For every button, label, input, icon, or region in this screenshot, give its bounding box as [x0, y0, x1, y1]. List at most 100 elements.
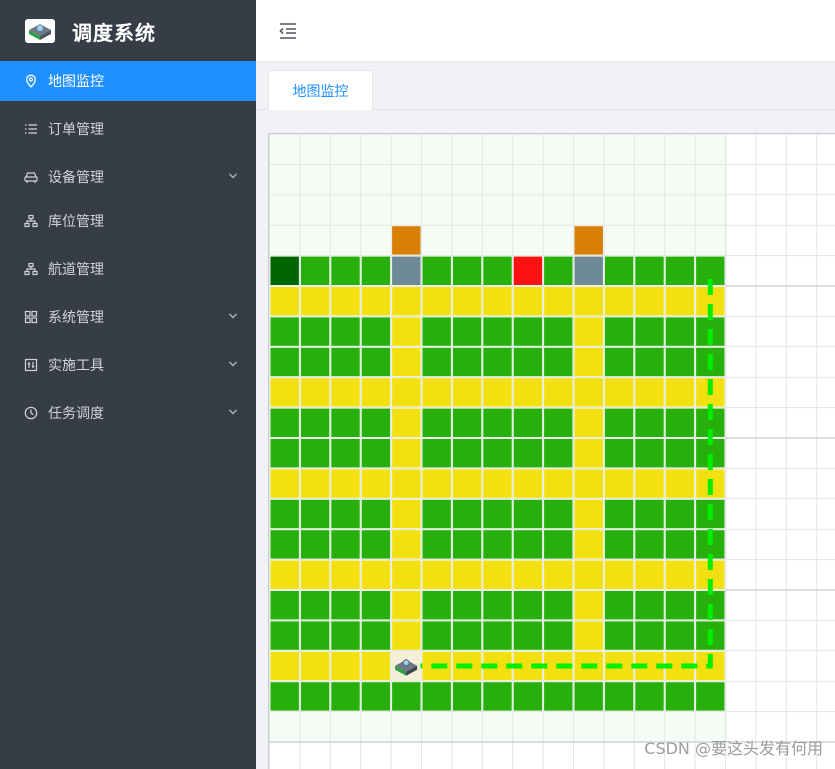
cell-green[interactable]: [422, 408, 451, 437]
sidebar-item-system-management[interactable]: 系统管理: [0, 297, 256, 337]
cell-yellow[interactable]: [270, 651, 299, 681]
cell-yellow[interactable]: [574, 530, 603, 559]
cell-yellow[interactable]: [392, 408, 421, 437]
cell-green[interactable]: [604, 347, 634, 377]
cell-green[interactable]: [452, 621, 482, 650]
cell-green[interactable]: [483, 439, 512, 468]
cell-green[interactable]: [483, 591, 512, 620]
cell-yellow[interactable]: [300, 560, 330, 589]
cell-yellow[interactable]: [665, 378, 695, 407]
cell-green[interactable]: [361, 439, 391, 468]
cell-yellow[interactable]: [331, 287, 360, 316]
cell-green[interactable]: [604, 408, 634, 437]
cell-green[interactable]: [361, 530, 391, 559]
cell-green[interactable]: [635, 682, 664, 711]
cell-green[interactable]: [300, 408, 330, 437]
cell-green[interactable]: [483, 347, 512, 377]
cell-yellow[interactable]: [604, 287, 634, 316]
cell-yellow[interactable]: [574, 439, 603, 468]
cell-yellow[interactable]: [300, 469, 330, 498]
cell-green[interactable]: [574, 682, 603, 711]
cell-yellow[interactable]: [544, 560, 573, 589]
cell-green[interactable]: [300, 439, 330, 468]
cell-green[interactable]: [665, 256, 695, 285]
cell-green[interactable]: [513, 682, 543, 711]
cell-green[interactable]: [604, 682, 634, 711]
cell-green[interactable]: [331, 621, 360, 650]
cell-yellow[interactable]: [392, 439, 421, 468]
cell-yellow[interactable]: [483, 469, 512, 498]
cell-red[interactable]: [513, 256, 543, 285]
cell-yellow[interactable]: [422, 469, 451, 498]
cell-yellow[interactable]: [574, 591, 603, 620]
cell-green[interactable]: [452, 591, 482, 620]
cell-yellow[interactable]: [665, 469, 695, 498]
cell-yellow[interactable]: [270, 287, 299, 316]
cell-green[interactable]: [270, 499, 299, 529]
cell-orange[interactable]: [392, 226, 421, 255]
cell-yellow[interactable]: [331, 378, 360, 407]
cell-yellow[interactable]: [574, 378, 603, 407]
cell-yellow[interactable]: [635, 287, 664, 316]
cell-green[interactable]: [513, 408, 543, 437]
cell-yellow[interactable]: [422, 287, 451, 316]
cell-yellow[interactable]: [270, 378, 299, 407]
cell-yellow[interactable]: [392, 499, 421, 529]
cell-yellow[interactable]: [574, 287, 603, 316]
menu-fold-icon[interactable]: [278, 22, 298, 40]
sidebar-item-map-monitor[interactable]: 地图监控: [0, 61, 256, 101]
cell-green[interactable]: [270, 530, 299, 559]
cell-yellow[interactable]: [483, 287, 512, 316]
cell-green[interactable]: [300, 317, 330, 346]
cell-green[interactable]: [604, 621, 634, 650]
cell-green[interactable]: [452, 439, 482, 468]
cell-green[interactable]: [665, 317, 695, 346]
cell-green[interactable]: [483, 530, 512, 559]
cell-yellow[interactable]: [574, 499, 603, 529]
cell-green[interactable]: [331, 347, 360, 377]
cell-green[interactable]: [361, 499, 391, 529]
cell-green[interactable]: [483, 408, 512, 437]
cell-green[interactable]: [544, 530, 573, 559]
cell-green[interactable]: [331, 256, 360, 285]
cell-green[interactable]: [665, 439, 695, 468]
cell-yellow[interactable]: [300, 378, 330, 407]
cell-green[interactable]: [544, 347, 573, 377]
cell-green[interactable]: [604, 317, 634, 346]
cell-green[interactable]: [635, 317, 664, 346]
cell-yellow[interactable]: [361, 287, 391, 316]
cell-yellow[interactable]: [300, 287, 330, 316]
cell-green[interactable]: [300, 256, 330, 285]
cell-green[interactable]: [331, 591, 360, 620]
cell-yellow[interactable]: [392, 621, 421, 650]
cell-yellow[interactable]: [392, 287, 421, 316]
cell-yellow[interactable]: [392, 530, 421, 559]
cell-green[interactable]: [300, 530, 330, 559]
cell-green[interactable]: [331, 530, 360, 559]
cell-yellow[interactable]: [544, 287, 573, 316]
sidebar-item-task-scheduling[interactable]: 任务调度: [0, 393, 256, 433]
cell-green[interactable]: [331, 439, 360, 468]
cell-green[interactable]: [483, 682, 512, 711]
cell-green[interactable]: [513, 499, 543, 529]
cell-green[interactable]: [635, 621, 664, 650]
cell-yellow[interactable]: [392, 317, 421, 346]
cell-yellow[interactable]: [574, 621, 603, 650]
cell-yellow[interactable]: [604, 560, 634, 589]
cell-green[interactable]: [635, 408, 664, 437]
cell-yellow[interactable]: [513, 287, 543, 316]
cell-green[interactable]: [331, 317, 360, 346]
cell-green[interactable]: [361, 347, 391, 377]
cell-green[interactable]: [544, 317, 573, 346]
cell-green[interactable]: [635, 499, 664, 529]
cell-dark-green[interactable]: [270, 256, 299, 285]
cell-green[interactable]: [270, 408, 299, 437]
cell-yellow[interactable]: [392, 560, 421, 589]
cell-green[interactable]: [483, 317, 512, 346]
cell-green[interactable]: [665, 621, 695, 650]
cell-yellow[interactable]: [544, 378, 573, 407]
cell-yellow[interactable]: [513, 560, 543, 589]
cell-green[interactable]: [604, 256, 634, 285]
agv-robot-icon[interactable]: [392, 651, 421, 681]
cell-yellow[interactable]: [574, 408, 603, 437]
